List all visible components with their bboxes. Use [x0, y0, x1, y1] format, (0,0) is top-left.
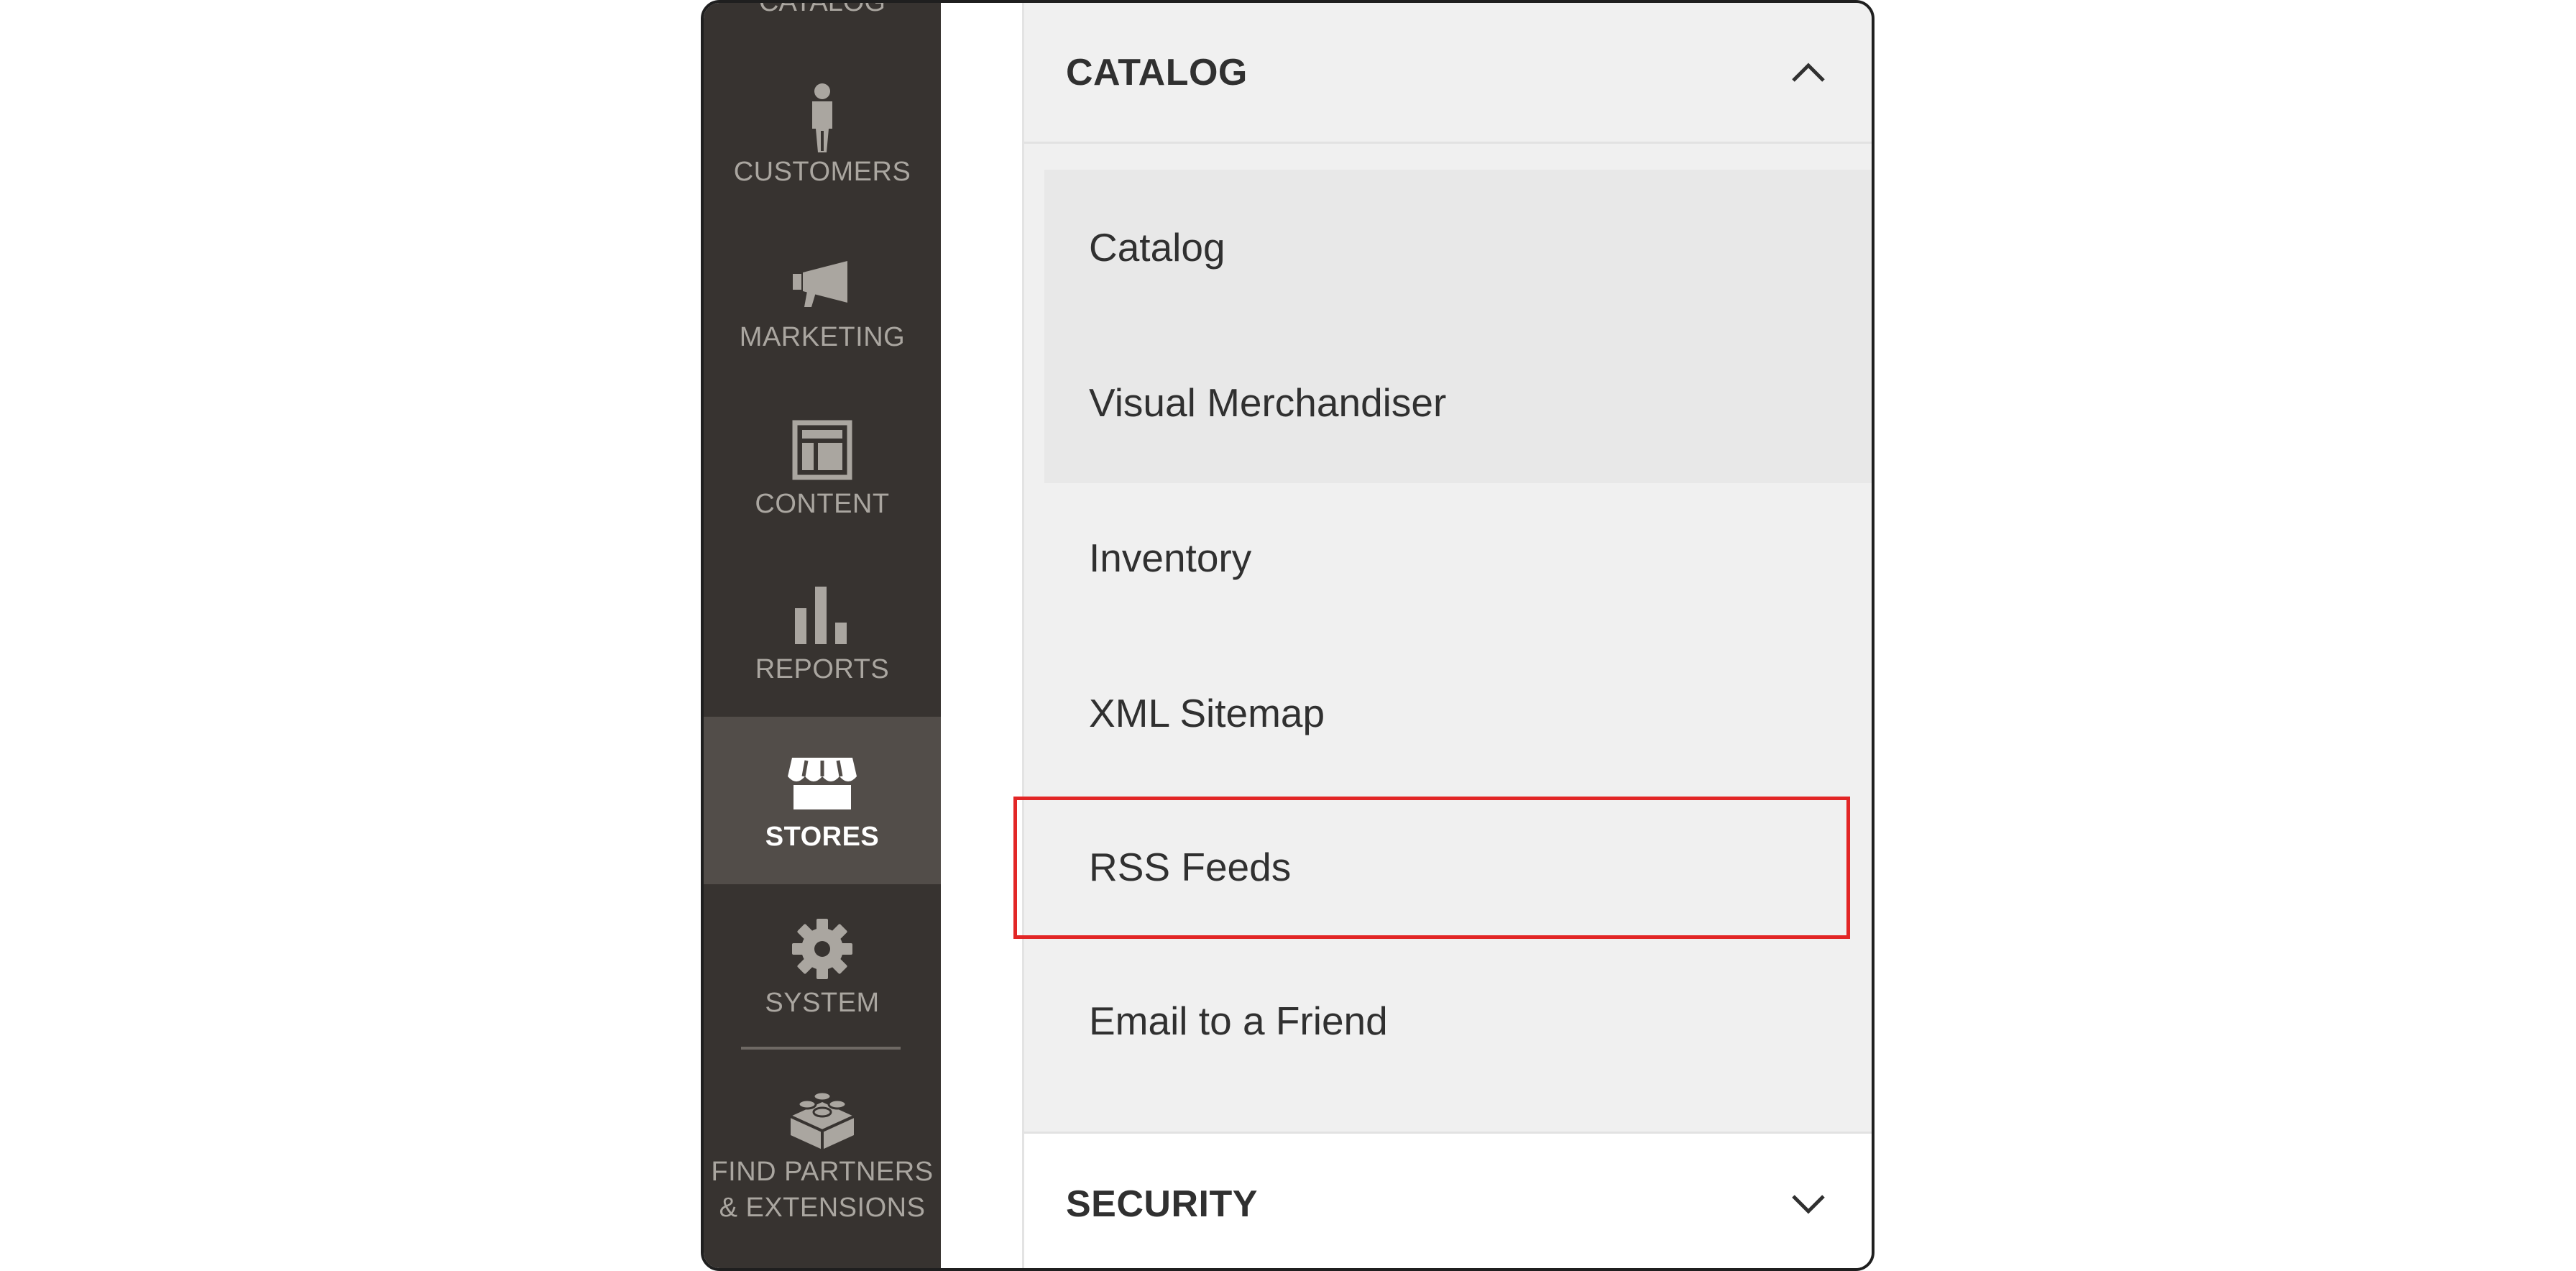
chevron-down-icon[interactable]: [1788, 1184, 1828, 1224]
security-section-header[interactable]: SECURITY: [1024, 1132, 1872, 1268]
sidebar-item-label: SYSTEM: [765, 988, 880, 1018]
security-section-title: SECURITY: [1066, 1183, 1258, 1225]
menu-item-rss-feeds[interactable]: RSS Feeds: [1024, 789, 1872, 945]
sidebar-item-find-partners[interactable]: FIND PARTNERS & EXTENSIONS: [704, 1057, 941, 1251]
sidebar-item-stores[interactable]: STORES: [704, 717, 941, 884]
sidebar-item-customers[interactable]: CUSTOMERS: [704, 53, 941, 219]
sidebar-item-reports[interactable]: REPORTS: [704, 551, 941, 716]
catalog-section-header[interactable]: CATALOG: [1024, 3, 1872, 144]
sidebar-item-label: CONTENT: [755, 489, 890, 519]
menu-item-catalog[interactable]: Catalog: [1024, 170, 1872, 325]
admin-sidebar: CATALOG CUSTOMERS MARKETING CONTENT REPO…: [704, 3, 941, 1268]
sidebar-item-label: CUSTOMERS: [733, 157, 911, 187]
sidebar-item-label: STORES: [765, 821, 880, 852]
admin-window: CATALOG CUSTOMERS MARKETING CONTENT REPO…: [701, 0, 1874, 1271]
sidebar-item-content[interactable]: CONTENT: [704, 385, 941, 551]
menu-item-inventory[interactable]: Inventory: [1024, 480, 1872, 636]
menu-item-xml-sitemap[interactable]: XML Sitemap: [1024, 636, 1872, 791]
content-layout-icon: [792, 414, 852, 486]
sidebar-item-marketing[interactable]: MARKETING: [704, 219, 941, 384]
lego-block-icon: [788, 1082, 856, 1154]
sidebar-item-label: MARKETING: [739, 322, 906, 352]
sidebar-item-label-line2: & EXTENSIONS: [719, 1193, 926, 1223]
sidebar-divider: [741, 1047, 901, 1050]
sidebar-item-system[interactable]: SYSTEM: [704, 884, 941, 1050]
menu-item-email-to-a-friend[interactable]: Email to a Friend: [1024, 943, 1872, 1098]
stores-submenu-panel: CATALOG Catalog Visual Merchandiser Inve…: [1022, 3, 1872, 1268]
megaphone-icon: [791, 247, 853, 319]
sidebar-item-label-line1: FIND PARTNERS: [711, 1157, 934, 1187]
storefront-icon: [786, 747, 858, 819]
menu-item-visual-merchandiser[interactable]: Visual Merchandiser: [1024, 325, 1872, 480]
gear-icon: [791, 913, 853, 985]
chevron-up-icon[interactable]: [1788, 52, 1828, 93]
bar-chart-icon: [794, 579, 851, 651]
sidebar-item-catalog-partial[interactable]: CATALOG: [704, 3, 941, 18]
customer-person-icon: [801, 82, 844, 154]
catalog-section-title: CATALOG: [1066, 51, 1248, 93]
sidebar-item-label: REPORTS: [755, 654, 890, 684]
